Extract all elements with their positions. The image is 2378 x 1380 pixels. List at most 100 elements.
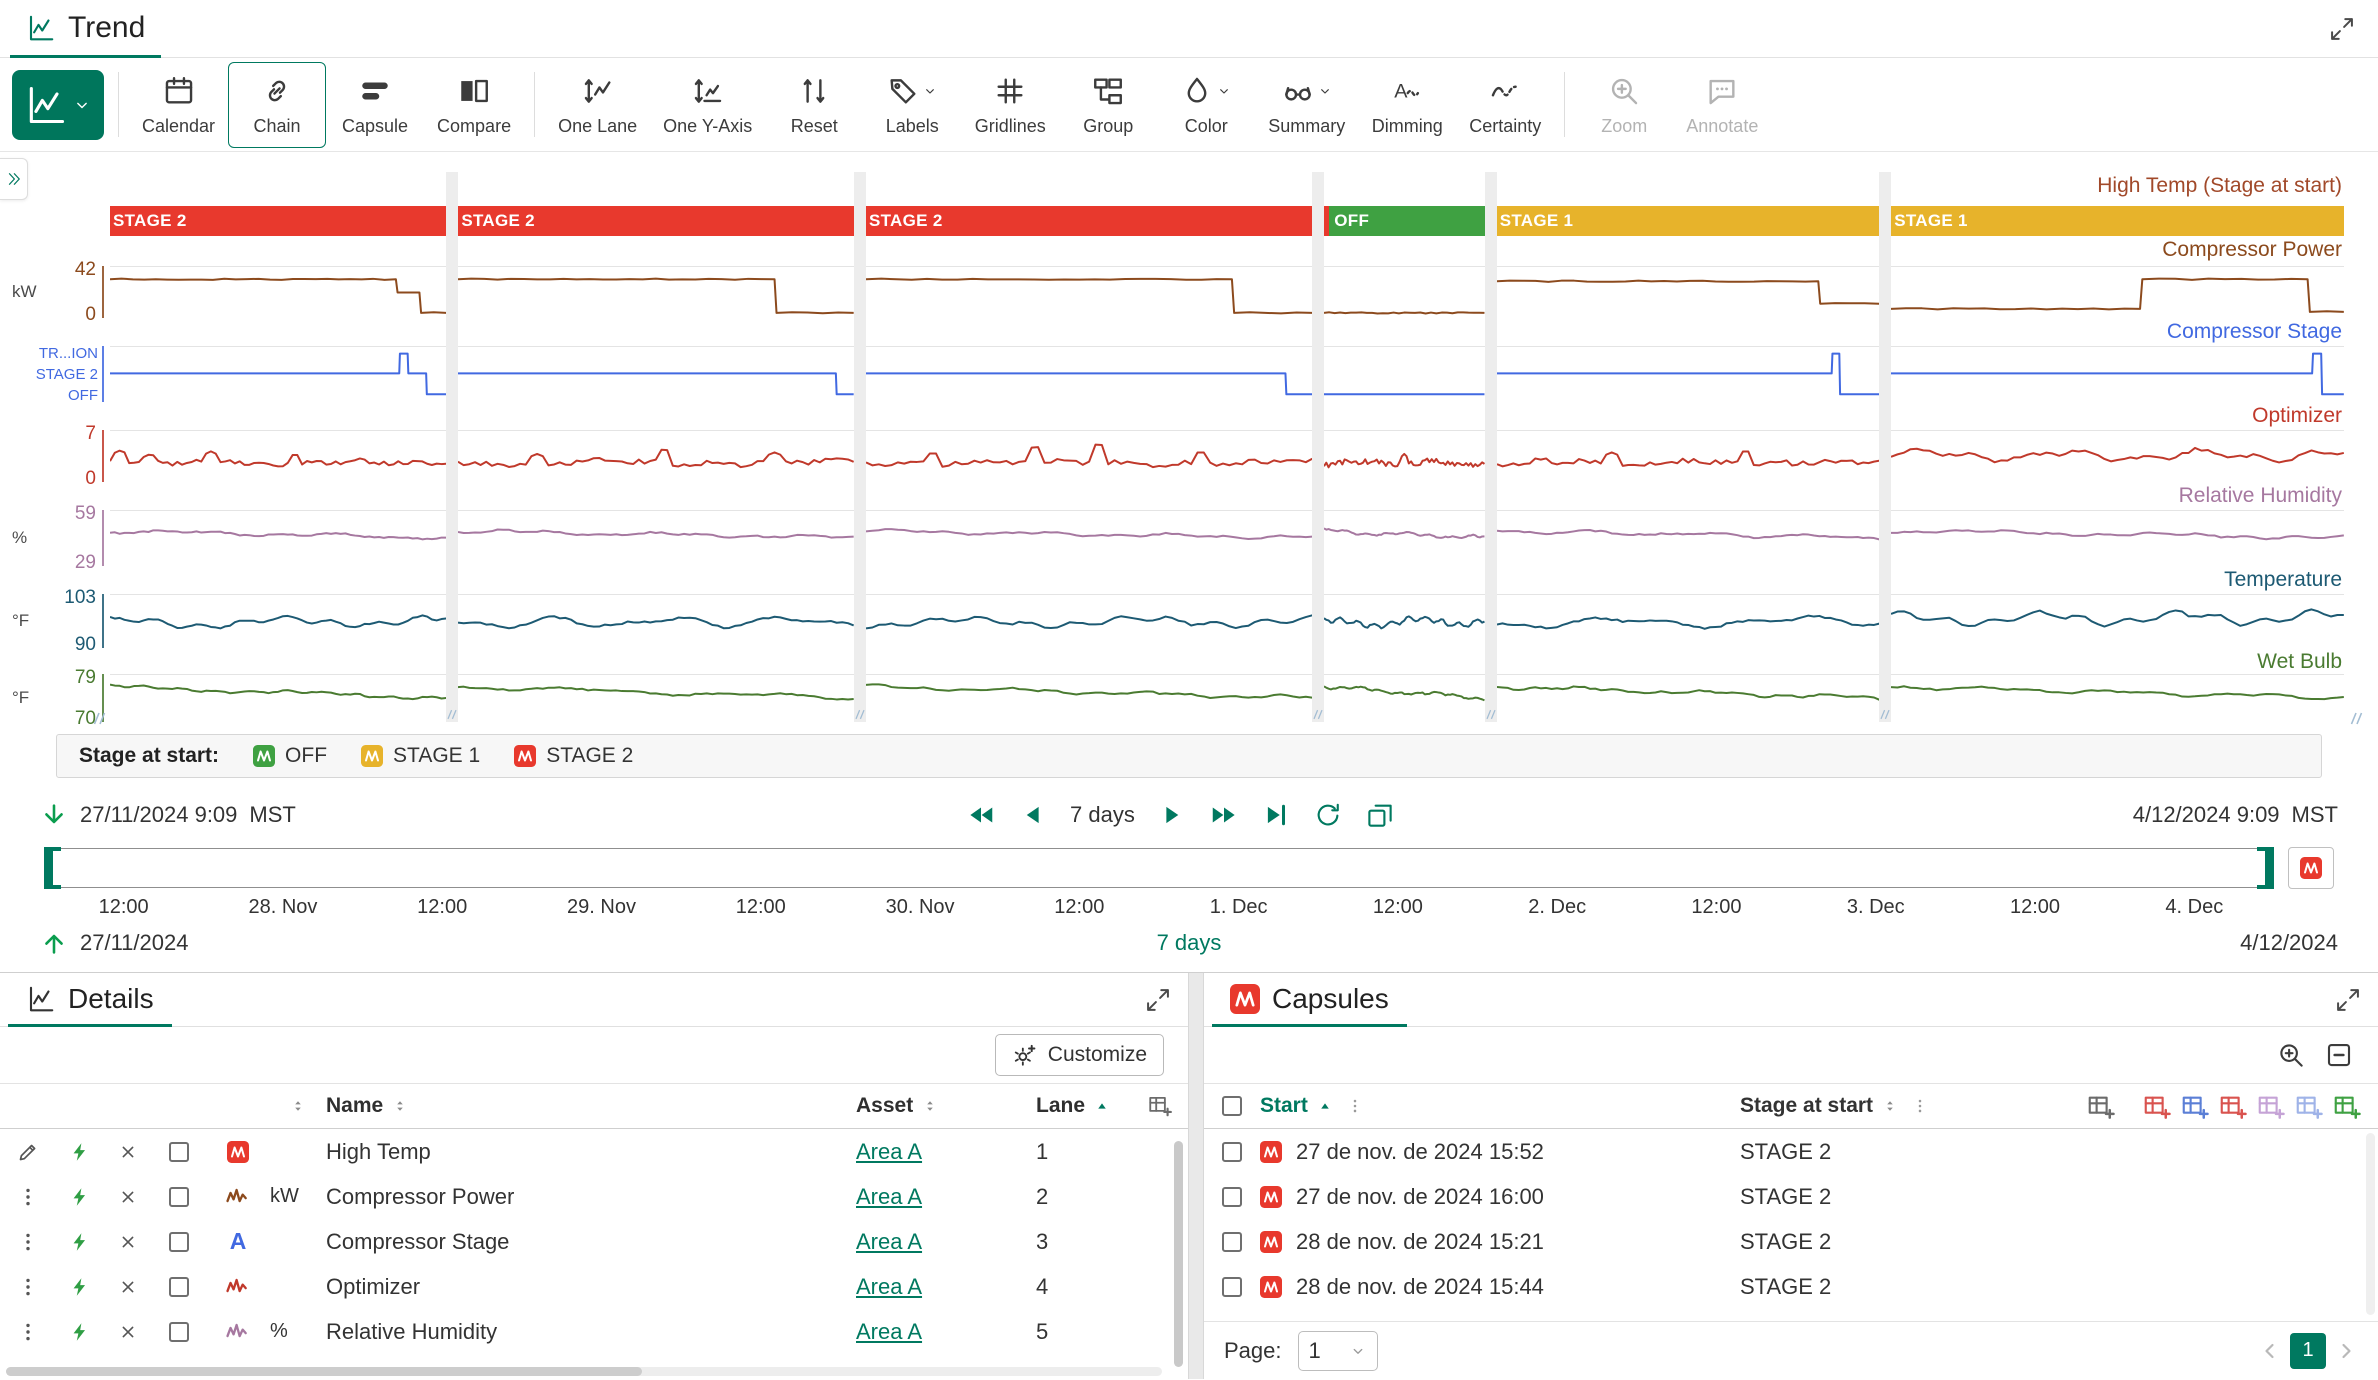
- lane-y-axis[interactable]: 7 0: [0, 430, 104, 482]
- item-name[interactable]: Compressor Stage: [326, 1229, 856, 1255]
- lane-label[interactable]: Wet Bulb: [2257, 650, 2342, 674]
- toolbar-reset-button[interactable]: Reset: [765, 62, 863, 148]
- asset-link[interactable]: Area A: [856, 1229, 922, 1254]
- add-property-column-button[interactable]: [2332, 1092, 2362, 1122]
- column-header-start[interactable]: Start: [1260, 1094, 1740, 1118]
- select-all-checkbox[interactable]: [1204, 1096, 1260, 1116]
- zoom-to-capsule-button[interactable]: [2276, 1040, 2306, 1070]
- panel-divider[interactable]: [1188, 973, 1204, 1379]
- collapse-capsules-button[interactable]: [2324, 1040, 2354, 1070]
- toolbar-annotate-button[interactable]: Annotate: [1673, 62, 1771, 148]
- expand-capsules-button[interactable]: [2334, 973, 2362, 1026]
- item-name[interactable]: Relative Humidity: [326, 1319, 856, 1345]
- remove-item-button[interactable]: [104, 1232, 152, 1252]
- lane-plot[interactable]: [1324, 346, 1484, 402]
- capsule-checkbox[interactable]: [1204, 1277, 1260, 1297]
- lane-plot[interactable]: [1497, 346, 1879, 402]
- lane-plot[interactable]: [110, 430, 446, 482]
- item-quick-action-icon[interactable]: [56, 1321, 104, 1343]
- item-name[interactable]: Compressor Power: [326, 1184, 856, 1210]
- lane-plot[interactable]: [1324, 266, 1484, 318]
- lane-plot[interactable]: [1891, 346, 2344, 402]
- lane-plot[interactable]: [1497, 430, 1879, 482]
- customize-button[interactable]: Customize: [995, 1034, 1164, 1076]
- next-page-button[interactable]: [2334, 1339, 2358, 1363]
- lane-label[interactable]: Optimizer: [2252, 404, 2342, 428]
- toolbar-calendar-button[interactable]: Calendar: [129, 62, 228, 148]
- lane-label[interactable]: Temperature: [2224, 568, 2342, 592]
- lane-label[interactable]: Compressor Power: [2162, 238, 2342, 262]
- lane-plot[interactable]: [866, 346, 1312, 402]
- asset-link[interactable]: Area A: [856, 1139, 922, 1164]
- toolbar-labels-button[interactable]: Labels: [863, 62, 961, 148]
- toolbar-chain-button[interactable]: Chain: [228, 62, 326, 148]
- item-quick-action-icon[interactable]: [56, 1186, 104, 1208]
- toolbar-dimming-button[interactable]: A Dimming: [1358, 62, 1456, 148]
- stage-capsule-bar[interactable]: STAGE 2: [110, 206, 446, 236]
- chart-segment[interactable]: STAGE 2: [866, 172, 1312, 722]
- lane-plot[interactable]: [1324, 430, 1484, 482]
- timeline-handle-left[interactable]: [44, 847, 53, 889]
- chart-segment[interactable]: STAGE 2: [110, 172, 446, 722]
- page-size-select[interactable]: 1: [1298, 1331, 1378, 1371]
- lane-plot[interactable]: [1891, 430, 2344, 482]
- stage-capsule-bar[interactable]: STAGE 2: [866, 206, 1312, 236]
- stage-capsule-bar[interactable]: OFF: [1324, 206, 1484, 236]
- lane-plot[interactable]: [110, 594, 446, 648]
- pan-back-button[interactable]: [1018, 800, 1048, 830]
- lane-y-axis[interactable]: °F103 90: [0, 594, 104, 648]
- add-column-button[interactable]: [1132, 1093, 1188, 1119]
- column-header-name[interactable]: Name: [326, 1094, 856, 1118]
- expand-trend-button[interactable]: [2328, 0, 2356, 57]
- lane-plot[interactable]: [458, 346, 854, 402]
- remove-item-button[interactable]: [104, 1187, 152, 1207]
- lane-plot[interactable]: [458, 430, 854, 482]
- chart-segment[interactable]: OFF: [1324, 172, 1484, 722]
- edit-item-button[interactable]: [0, 1140, 56, 1164]
- investigate-start-button[interactable]: [40, 801, 68, 829]
- chart-segment[interactable]: STAGE 2: [458, 172, 854, 722]
- pan-forward-button[interactable]: [1157, 800, 1187, 830]
- toolbar-one-lane-button[interactable]: One Lane: [545, 62, 650, 148]
- lane-label[interactable]: High Temp (Stage at start): [2097, 174, 2342, 198]
- column-header-lane[interactable]: Lane: [1036, 1094, 1132, 1118]
- capsule-row[interactable]: 28 de nov. de 2024 15:21 STAGE 2: [1204, 1219, 2378, 1264]
- item-menu-button[interactable]: [0, 1230, 56, 1254]
- item-quick-action-icon[interactable]: [56, 1141, 104, 1163]
- item-checkbox[interactable]: [152, 1142, 206, 1162]
- add-property-column-button[interactable]: [2180, 1092, 2210, 1122]
- auto-update-button[interactable]: [1313, 800, 1343, 830]
- item-menu-button[interactable]: [0, 1275, 56, 1299]
- timeline-track[interactable]: [44, 848, 2274, 888]
- column-menu-icon[interactable]: [1911, 1097, 1929, 1115]
- lane-plot[interactable]: [1324, 594, 1484, 648]
- lane-plot[interactable]: [1891, 510, 2344, 566]
- item-checkbox[interactable]: [152, 1322, 206, 1342]
- chart-segment[interactable]: STAGE 1: [1497, 172, 1879, 722]
- lane-plot[interactable]: [1891, 674, 2344, 722]
- item-name[interactable]: Optimizer: [326, 1274, 856, 1300]
- lane-plot[interactable]: [1497, 594, 1879, 648]
- toolbar-one-y-axis-button[interactable]: One Y-Axis: [650, 62, 765, 148]
- lane-plot[interactable]: [866, 266, 1312, 318]
- item-menu-button[interactable]: [0, 1185, 56, 1209]
- lane-plot[interactable]: [458, 510, 854, 566]
- add-property-column-button[interactable]: [2086, 1092, 2116, 1122]
- capsule-row[interactable]: 28 de nov. de 2024 15:44 STAGE 2: [1204, 1264, 2378, 1309]
- lane-plot[interactable]: [866, 674, 1312, 722]
- add-property-column-button[interactable]: [2256, 1092, 2286, 1122]
- item-menu-button[interactable]: [0, 1320, 56, 1344]
- column-header-asset[interactable]: Asset: [856, 1094, 1036, 1118]
- item-quick-action-icon[interactable]: [56, 1231, 104, 1253]
- lane-label[interactable]: Compressor Stage: [2167, 320, 2342, 344]
- toolbar-summary-button[interactable]: Summary: [1255, 62, 1358, 148]
- lane-y-axis[interactable]: °F79 70: [0, 674, 104, 722]
- lane-y-axis[interactable]: TR...IONSTAGE 2OFF: [0, 346, 104, 402]
- add-property-column-button[interactable]: [2294, 1092, 2324, 1122]
- capsule-row[interactable]: 27 de nov. de 2024 15:52 STAGE 2: [1204, 1129, 2378, 1174]
- lane-plot[interactable]: [110, 266, 446, 318]
- capsule-checkbox[interactable]: [1204, 1187, 1260, 1207]
- toolbar-certainty-button[interactable]: Certainty: [1456, 62, 1554, 148]
- lane-plot[interactable]: [458, 594, 854, 648]
- asset-link[interactable]: Area A: [856, 1274, 922, 1299]
